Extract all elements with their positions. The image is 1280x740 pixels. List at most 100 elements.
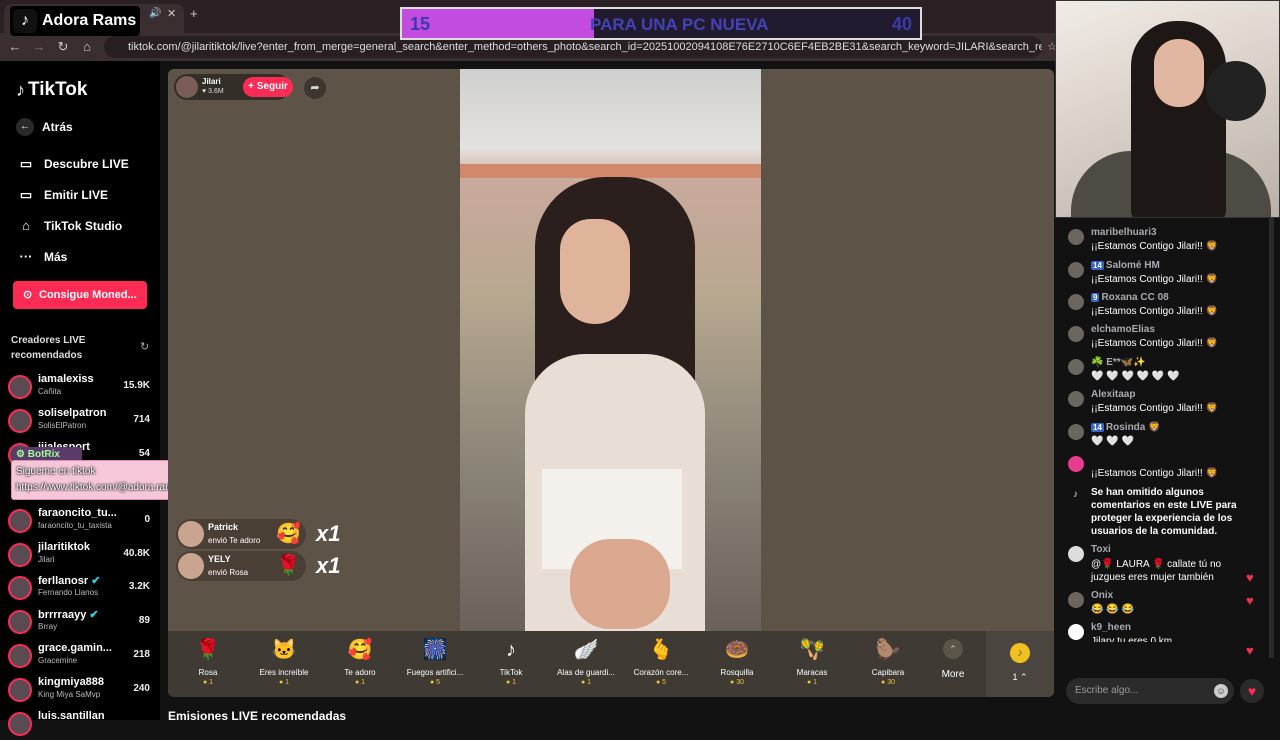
- verified-icon: ✔: [91, 575, 101, 587]
- recommended-creators-heading: Creadores LIVE recomendados: [11, 335, 86, 361]
- avatar: [8, 409, 32, 433]
- mute-icon[interactable]: 🔊: [149, 8, 161, 19]
- emoji-icon[interactable]: ☺: [1214, 684, 1228, 698]
- donut-icon: 🍩: [724, 639, 750, 661]
- avatar: [8, 576, 32, 600]
- bot-icon: ⚙: [16, 449, 28, 460]
- goal-progress-bar: 15 PARA UNA PC NUEVA 40: [400, 7, 922, 40]
- creator-item[interactable]: grace.gamin... Gracemine 218: [8, 642, 154, 672]
- omitted-comments-notice: Se han omitido algunos comentarios en es…: [1091, 487, 1237, 537]
- avatar: [1068, 456, 1084, 472]
- finger-heart-icon: 🫰: [648, 639, 674, 661]
- gift-corazon-coreano[interactable]: 🫰 Corazón core... ● 5: [626, 637, 696, 686]
- microphone-icon: [1206, 61, 1266, 121]
- more-dots-icon: ···: [19, 249, 33, 264]
- nav-mas[interactable]: ··· Más: [16, 249, 68, 264]
- level-badge: 14: [1091, 261, 1104, 270]
- avatar: [1068, 229, 1084, 245]
- nav-descubre-live[interactable]: ▭ Descubre LIVE: [16, 156, 129, 172]
- gift-icon: 🥰: [276, 523, 301, 545]
- live-stage: Jilari ♥ 3.6M + Seguir ➦ Patrick envió T…: [168, 69, 1054, 697]
- gift-fuegos-artificiales[interactable]: 🎆 Fuegos artifici... ● 5: [400, 637, 470, 686]
- close-icon[interactable]: ✕: [167, 7, 176, 20]
- creator-item[interactable]: kingmiya888 King Miya SaMvp 240: [8, 676, 154, 706]
- creator-item[interactable]: ferllanosr ✔ Fernando Llanos 3.2K: [8, 574, 154, 604]
- level-badge: 14: [1091, 423, 1104, 432]
- home-icon[interactable]: ⌂: [77, 37, 97, 57]
- refresh-icon[interactable]: ↻: [140, 340, 149, 353]
- avatar: [178, 521, 204, 547]
- back-icon[interactable]: ←: [5, 37, 25, 57]
- more-gifts-button[interactable]: ⌃ More: [938, 637, 968, 680]
- gift-eres-increible[interactable]: 🐱 Eres increíble ● 1: [249, 637, 319, 686]
- rose-icon: 🌹: [195, 639, 221, 661]
- share-icon[interactable]: ➦: [304, 77, 326, 99]
- avatar: [1068, 391, 1084, 407]
- goal-progress-fill: [402, 9, 594, 38]
- gift-tiktok[interactable]: ♪ TikTok ● 1: [476, 637, 546, 686]
- avatar: [8, 610, 32, 634]
- reload-icon[interactable]: ↻: [53, 37, 73, 57]
- tiktok-logo[interactable]: ♪ TikTok: [16, 79, 87, 101]
- goal-title: PARA UNA PC NUEVA: [590, 15, 769, 34]
- avatar: [1068, 326, 1084, 342]
- gift-te-adoro[interactable]: 🥰 Te adoro ● 1: [325, 637, 395, 686]
- avatar: [8, 712, 32, 736]
- video-person-face: [560, 219, 630, 324]
- fireworks-icon: 🎆: [422, 639, 448, 661]
- chevron-up-icon: ⌃: [943, 639, 963, 659]
- avatar: [8, 644, 32, 668]
- forward-icon[interactable]: →: [29, 37, 49, 57]
- nav-emitir-live[interactable]: ▭ Emitir LIVE: [16, 187, 108, 203]
- coin-icon: ⊙: [23, 289, 33, 301]
- verified-icon: ✔: [89, 609, 99, 621]
- back-arrow-icon: ←: [16, 118, 34, 136]
- avatar: [8, 509, 32, 533]
- gift-rosquilla[interactable]: 🍩 Rosquilla ● 30: [702, 637, 772, 686]
- webcam-overlay: [1055, 0, 1280, 218]
- creator-item[interactable]: jilaritiktok Jilari 40.8K: [8, 541, 154, 571]
- follow-button[interactable]: + Seguir: [243, 77, 293, 97]
- avatar: [8, 543, 32, 567]
- chat-scrollbar[interactable]: [1269, 218, 1274, 658]
- maracas-icon: 🪇: [799, 639, 825, 661]
- avatar: [8, 678, 32, 702]
- gift-capibara[interactable]: 🦫 Capibara ● 30: [853, 637, 923, 686]
- chat-input[interactable]: Escribe algo...: [1066, 678, 1234, 704]
- gift-rosa[interactable]: 🌹 Rosa ● 1: [173, 637, 243, 686]
- gift-maracas[interactable]: 🪇 Maracas ● 1: [777, 637, 847, 686]
- webcam-person-face: [1154, 39, 1204, 107]
- gift-alas-de-guardian[interactable]: 🪽 Alas de guardi... ● 1: [551, 637, 621, 686]
- video-ceiling-band: [460, 164, 761, 178]
- avatar: [1068, 424, 1084, 440]
- creator-item[interactable]: soliselpatron SolisElPatron 714: [8, 407, 154, 437]
- creator-item[interactable]: iamalexiss Cañita 15.9K: [8, 373, 154, 403]
- coin-balance[interactable]: ♪ 1 ⌃: [986, 631, 1054, 697]
- gift-notification: Patrick envió Te adoro 🥰 x1: [176, 519, 340, 549]
- avatar: [1068, 359, 1084, 375]
- creator-item[interactable]: faraoncito_tu... faraoncito_tu_taxista 0: [8, 507, 154, 537]
- video-person-hands: [570, 539, 670, 629]
- live-icon: ▭: [19, 156, 33, 171]
- wings-icon: 🪽: [573, 639, 599, 661]
- heart-face-icon: 🥰: [347, 639, 373, 661]
- new-tab-icon[interactable]: +: [190, 6, 198, 21]
- stream-overlay-title: ♪ Adora Rams: [10, 6, 140, 36]
- avatar: [8, 375, 32, 399]
- tiktok-logo-icon: ♪: [13, 9, 37, 33]
- creator-item[interactable]: luis.santillan: [8, 710, 154, 740]
- level-badge: 9: [1091, 293, 1100, 302]
- tiktok-note-icon: ♪: [16, 79, 25, 100]
- back-link[interactable]: ← Atrás: [16, 118, 73, 136]
- live-video[interactable]: [460, 69, 761, 631]
- like-heart-button[interactable]: ♥: [1240, 679, 1264, 703]
- nav-tiktok-studio[interactable]: ⌂ TikTok Studio: [16, 218, 122, 233]
- heart-icon: ♥: [1246, 643, 1254, 658]
- get-coins-button[interactable]: ⊙ Consigue Moned...: [13, 281, 147, 309]
- creator-item[interactable]: brrrraayy ✔ Brray 89: [8, 608, 154, 638]
- tiktok-note-icon: ♪: [1073, 489, 1078, 500]
- heart-icon: ♥: [1246, 593, 1254, 608]
- chat-panel: maribelhuari3 ¡¡Estamos Contigo Jilari!!…: [1060, 218, 1274, 720]
- host-avatar: [176, 76, 198, 98]
- goal-end-value: 40: [891, 14, 912, 34]
